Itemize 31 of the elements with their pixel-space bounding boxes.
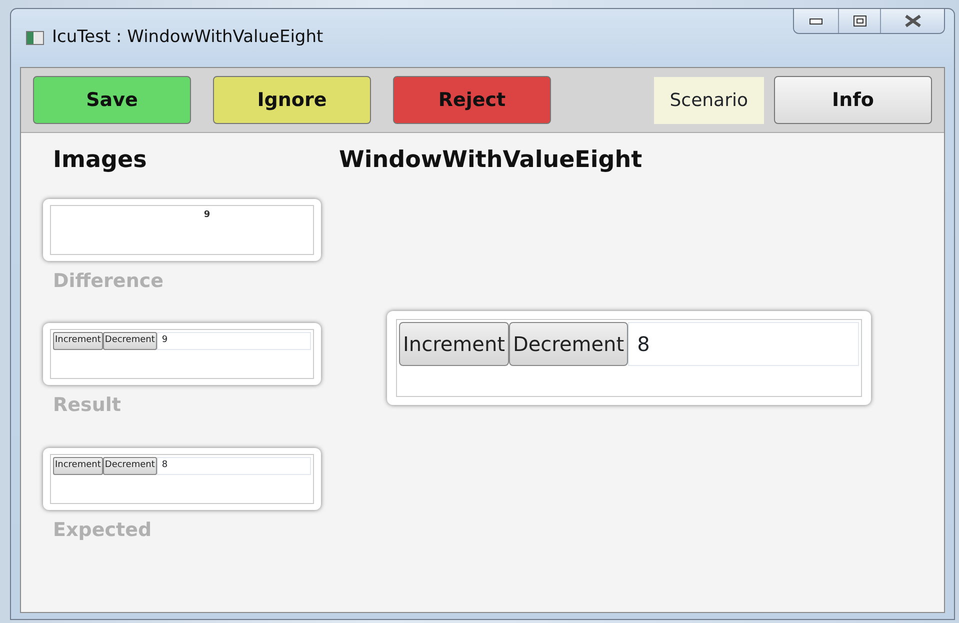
image-card[interactable]: 9 [43, 198, 321, 261]
save-button[interactable]: Save [33, 76, 191, 124]
difference-mark: 9 [202, 208, 212, 222]
app-button[interactable]: Increment [399, 322, 509, 366]
maximize-button[interactable] [838, 9, 880, 33]
image-card[interactable]: Increment Decrement 9 [43, 323, 321, 386]
minimize-button[interactable] [794, 9, 838, 33]
images-heading: Images [53, 147, 148, 175]
close-icon [902, 14, 922, 28]
image-caption: Difference [53, 268, 164, 294]
image-caption: Result [53, 393, 122, 418]
preview-title: WindowWithValueEight [339, 147, 644, 175]
app-button[interactable]: Decrement [102, 456, 157, 475]
image-card[interactable]: Increment Decrement 8 [43, 448, 321, 510]
scenario-label: Scenario [654, 76, 764, 124]
reject-button[interactable]: Reject [393, 76, 551, 124]
app-button[interactable]: Decrement [102, 332, 157, 350]
value-field[interactable]: 9 [156, 332, 311, 350]
value-field[interactable]: 8 [156, 456, 311, 475]
ignore-button[interactable]: Ignore [213, 76, 371, 124]
image-caption: Expected [53, 518, 153, 543]
app-icon [26, 31, 44, 45]
minimize-icon [809, 17, 823, 25]
app-button[interactable]: Increment [53, 456, 103, 475]
close-button[interactable] [880, 9, 944, 33]
window-title: IcuTest : WindowWithValueEight [52, 26, 324, 50]
maximize-icon [852, 15, 866, 27]
app-button[interactable]: Decrement [508, 322, 628, 366]
app-button[interactable]: Increment [53, 332, 103, 350]
info-button[interactable]: Info [774, 76, 932, 124]
value-field[interactable]: 8 [628, 322, 859, 366]
